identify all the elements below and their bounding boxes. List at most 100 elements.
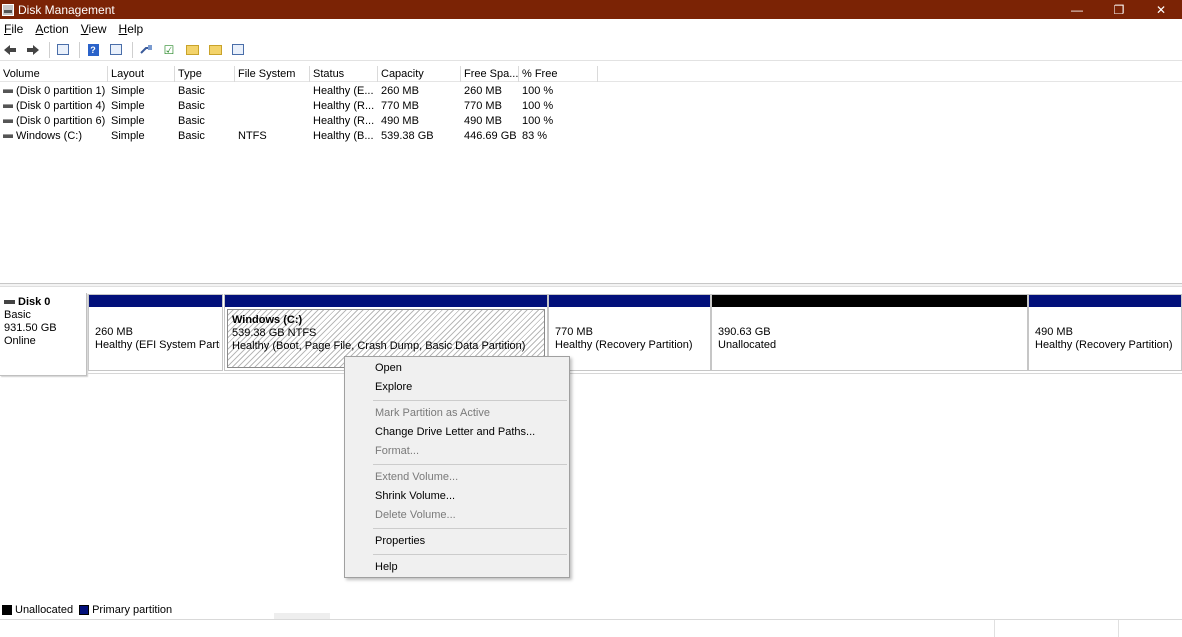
disk-name: Disk 0 bbox=[18, 296, 51, 308]
status-cell: Healthy (R... bbox=[313, 99, 375, 112]
forward-arrow-icon[interactable] bbox=[23, 41, 43, 59]
menu-help-accel: H bbox=[118, 22, 128, 36]
disk-type: Basic bbox=[4, 309, 31, 321]
volume-name: Windows (C:) bbox=[16, 129, 83, 142]
legend-primary: Primary partition bbox=[79, 604, 172, 616]
folder-up-icon[interactable] bbox=[182, 41, 202, 59]
partition-status: Healthy (EFI System Partition) bbox=[95, 339, 220, 351]
column-header-percent-free[interactable]: % Free bbox=[519, 66, 598, 82]
menu-item-change-drive-letter[interactable]: Change Drive Letter and Paths... bbox=[345, 423, 569, 442]
capacity-cell: 770 MB bbox=[381, 99, 419, 112]
connect-icon[interactable] bbox=[136, 41, 156, 59]
toolbar: ? ☑ bbox=[0, 39, 1182, 61]
toolbar-separator bbox=[132, 41, 133, 58]
percent-free-cell: 100 % bbox=[522, 99, 554, 112]
menu-separator bbox=[373, 528, 567, 529]
partition-recovery-2[interactable]: 490 MB Healthy (Recovery Partition) bbox=[1028, 294, 1182, 371]
type-cell: Basic bbox=[178, 129, 205, 142]
menu-item-shrink-volume[interactable]: Shrink Volume... bbox=[345, 487, 569, 506]
partition-size: 770 MB bbox=[555, 326, 593, 338]
disk-0-label[interactable]: Disk 0 Basic 931.50 GB Online bbox=[0, 293, 87, 376]
menu-file-label: ile bbox=[11, 22, 24, 36]
partition-status: Healthy (Boot, Page File, Crash Dump, Ba… bbox=[232, 340, 526, 352]
menu-item-properties[interactable]: Properties bbox=[345, 532, 569, 551]
menu-view[interactable]: View bbox=[77, 22, 112, 36]
list-view-icon[interactable] bbox=[228, 41, 248, 59]
minimize-button[interactable]: — bbox=[1056, 0, 1098, 19]
menu-separator bbox=[373, 400, 567, 401]
free-space-cell: 770 MB bbox=[464, 99, 502, 112]
check-icon[interactable]: ☑ bbox=[159, 41, 179, 59]
menu-item-extend-volume: Extend Volume... bbox=[375, 471, 459, 483]
restore-button[interactable]: ❐ bbox=[1098, 0, 1140, 19]
partition-recovery-1[interactable]: 770 MB Healthy (Recovery Partition) bbox=[548, 294, 711, 371]
file-system-cell: NTFS bbox=[238, 129, 267, 142]
close-button[interactable]: ✕ bbox=[1140, 0, 1182, 19]
column-header-file-system[interactable]: File System bbox=[235, 66, 310, 82]
table-row[interactable]: (Disk 0 partition 1) Simple Basic Health… bbox=[0, 83, 1182, 98]
properties-icon[interactable] bbox=[106, 41, 126, 59]
status-cell: Healthy (B... bbox=[313, 129, 374, 142]
type-cell: Basic bbox=[178, 99, 205, 112]
pane-splitter[interactable] bbox=[0, 283, 1182, 287]
volume-icon bbox=[3, 118, 13, 123]
context-menu: Open Explore Mark Partition as Active Ch… bbox=[344, 356, 570, 578]
partition-size: 260 MB bbox=[95, 326, 133, 338]
column-header-volume[interactable]: Volume bbox=[0, 66, 108, 82]
column-header-layout[interactable]: Layout bbox=[108, 66, 175, 82]
capacity-cell: 539.38 GB bbox=[381, 129, 434, 142]
menu-item-open[interactable]: Open bbox=[345, 359, 569, 378]
menu-file[interactable]: File bbox=[0, 22, 28, 36]
disk-management-app-icon bbox=[2, 3, 14, 16]
free-space-cell: 490 MB bbox=[464, 114, 502, 127]
table-row[interactable]: (Disk 0 partition 4) Simple Basic Health… bbox=[0, 98, 1182, 113]
folder-search-icon[interactable] bbox=[205, 41, 225, 59]
disk-status: Online bbox=[4, 335, 36, 347]
status-bar bbox=[0, 619, 1182, 637]
primary-swatch bbox=[79, 605, 90, 615]
table-row[interactable]: (Disk 0 partition 6) Simple Basic Health… bbox=[0, 113, 1182, 128]
console-tree-icon[interactable] bbox=[53, 41, 73, 59]
help-icon[interactable]: ? bbox=[83, 41, 103, 59]
column-header-capacity[interactable]: Capacity bbox=[378, 66, 461, 82]
status-bar-segment bbox=[1118, 620, 1119, 637]
partition-color-bar bbox=[1029, 295, 1181, 307]
status-bar-segment bbox=[994, 620, 995, 637]
capacity-cell: 260 MB bbox=[381, 84, 419, 97]
free-space-cell: 260 MB bbox=[464, 84, 502, 97]
layout-cell: Simple bbox=[111, 129, 145, 142]
legend-label: Primary partition bbox=[92, 604, 173, 616]
partition-status: Healthy (Recovery Partition) bbox=[555, 339, 693, 351]
table-row[interactable]: Windows (C:) Simple Basic NTFS Healthy (… bbox=[0, 128, 1182, 143]
column-header-status[interactable]: Status bbox=[310, 66, 378, 82]
window-controls: — ❐ ✕ bbox=[1056, 0, 1182, 19]
partition-color-bar bbox=[89, 295, 222, 307]
status-cell: Healthy (R... bbox=[313, 114, 375, 127]
layout-cell: Simple bbox=[111, 84, 145, 97]
column-header-type[interactable]: Type bbox=[175, 66, 235, 82]
menu-action-label: ction bbox=[43, 22, 69, 36]
menu-help[interactable]: Help bbox=[115, 22, 149, 36]
partition-color-bar bbox=[549, 295, 710, 307]
partition-unallocated[interactable]: 390.63 GB Unallocated bbox=[711, 294, 1028, 371]
menu-separator bbox=[373, 464, 567, 465]
menu-help-label: elp bbox=[127, 22, 144, 36]
menu-separator bbox=[373, 554, 567, 555]
column-header-free-space[interactable]: Free Spa... bbox=[461, 66, 519, 82]
partition-size: 539.38 GB NTFS bbox=[232, 327, 317, 339]
menu-item-explore[interactable]: Explore bbox=[345, 378, 569, 397]
menu-item-help[interactable]: Help bbox=[345, 558, 569, 577]
menu-action[interactable]: Action bbox=[31, 22, 73, 36]
capacity-cell: 490 MB bbox=[381, 114, 419, 127]
volume-name: (Disk 0 partition 4) bbox=[16, 99, 106, 112]
menu-view-accel: V bbox=[80, 22, 89, 36]
unallocated-swatch bbox=[2, 605, 12, 615]
volume-icon bbox=[3, 133, 13, 138]
partition-name: Windows (C:) bbox=[232, 314, 303, 326]
menu-bar: File Action View Help bbox=[0, 19, 1182, 39]
partition-efi[interactable]: 260 MB Healthy (EFI System Partition) bbox=[88, 294, 223, 371]
volume-icon bbox=[3, 88, 13, 93]
back-arrow-icon[interactable] bbox=[0, 41, 20, 59]
disk-icon bbox=[4, 300, 15, 305]
partition-status: Healthy (Recovery Partition) bbox=[1035, 339, 1173, 351]
